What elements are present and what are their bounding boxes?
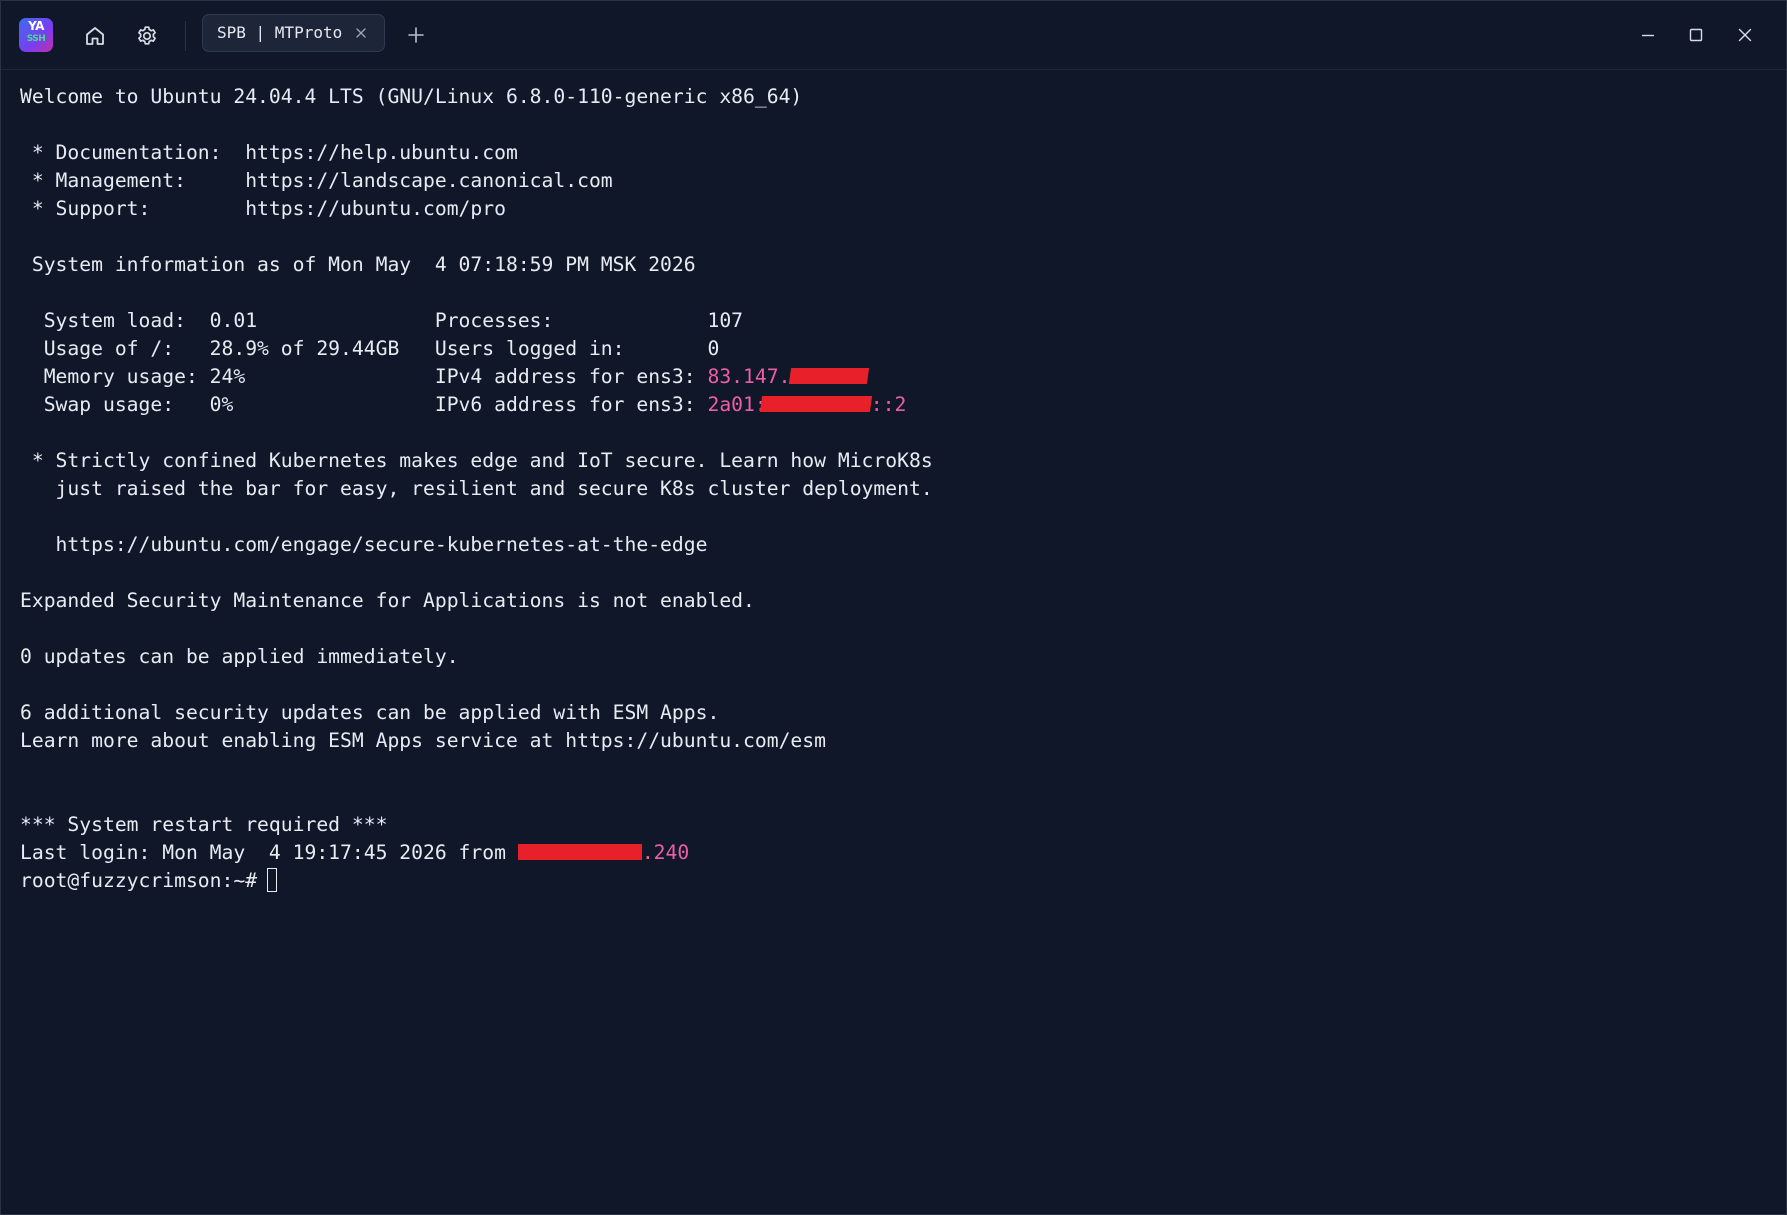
terminal-output[interactable]: Welcome to Ubuntu 24.04.4 LTS (GNU/Linux… [20, 83, 1770, 1203]
last-login-line: Last login: Mon May 4 19:17:45 2026 from… [20, 839, 1770, 867]
memory-usage-line: Memory usage: 24% IPv4 address for ens3:… [20, 363, 1770, 391]
home-icon [86, 27, 104, 45]
tab-close-button[interactable] [352, 24, 370, 42]
swap-usage-line: Swap usage: 0% IPv6 address for ens3: 2a… [20, 391, 1770, 419]
titlebar-divider [185, 21, 186, 51]
restart-required-line: *** System restart required *** [20, 813, 388, 836]
logo-subtext: SSH [26, 34, 46, 44]
login-ip-suffix: .240 [641, 841, 690, 864]
support-line: * Support: https://ubuntu.com/pro [20, 197, 506, 220]
memory-usage-text: Memory usage: 24% IPv4 address for ens3: [20, 365, 708, 388]
shell-prompt: root@fuzzycrimson:~# [20, 869, 258, 892]
kubernetes-url-line: https://ubuntu.com/engage/secure-kuberne… [20, 533, 708, 556]
disk-usage-line: Usage of /: 28.9% of 29.44GB Users logge… [20, 337, 720, 360]
close-window-button[interactable] [1725, 18, 1765, 52]
prompt-line[interactable]: root@fuzzycrimson:~# [20, 867, 1770, 895]
close-icon [356, 28, 366, 38]
maximize-icon [1689, 28, 1703, 42]
minimize-icon [1642, 34, 1654, 37]
close-icon [1738, 28, 1752, 42]
documentation-line: * Documentation: https://help.ubuntu.com [20, 141, 518, 164]
kubernetes-line-2: just raised the bar for easy, resilient … [20, 477, 933, 500]
new-tab-button[interactable] [399, 18, 433, 52]
title-bar: YA SSH SPB | MTProto [1, 1, 1786, 70]
kubernetes-line-1: * Strictly confined Kubernetes makes edg… [20, 449, 933, 472]
app-logo-icon[interactable]: YA SSH [19, 18, 53, 52]
terminal-window: YA SSH SPB | MTProto Welcome to Ubuntu 2… [0, 0, 1787, 1215]
ipv6-address-end: ::2 [870, 393, 907, 416]
ipv4-redaction [789, 368, 870, 384]
logo-text: YA [28, 19, 44, 33]
gear-icon [138, 26, 156, 45]
terminal-cursor [267, 867, 278, 892]
ipv4-address: 83.147. [707, 365, 791, 388]
minimize-button[interactable] [1628, 18, 1668, 52]
plus-icon [408, 27, 424, 43]
last-login-text: Last login: Mon May 4 19:17:45 2026 from [20, 841, 518, 864]
login-ip-redaction [517, 844, 642, 860]
management-line: * Management: https://landscape.canonica… [20, 169, 613, 192]
learn-more-line: Learn more about enabling ESM Apps servi… [20, 729, 826, 752]
tab-label: SPB | MTProto [217, 23, 343, 42]
welcome-line: Welcome to Ubuntu 24.04.4 LTS (GNU/Linux… [20, 85, 803, 108]
system-load-line: System load: 0.01 Processes: 107 [20, 309, 744, 332]
updates-line: 0 updates can be applied immediately. [20, 645, 459, 668]
system-info-line: System information as of Mon May 4 07:18… [20, 253, 696, 276]
home-button[interactable] [77, 18, 113, 54]
maximize-button[interactable] [1676, 18, 1716, 52]
tab-spb-mtproto[interactable]: SPB | MTProto [202, 14, 385, 52]
esm-status-line: Expanded Security Maintenance for Applic… [20, 589, 755, 612]
security-updates-line: 6 additional security updates can be app… [20, 701, 720, 724]
ipv6-redaction [759, 396, 872, 412]
settings-button[interactable] [129, 18, 165, 54]
swap-usage-text: Swap usage: 0% IPv6 address for ens3: [20, 393, 708, 416]
ipv6-address-start: 2a01: [707, 393, 767, 416]
